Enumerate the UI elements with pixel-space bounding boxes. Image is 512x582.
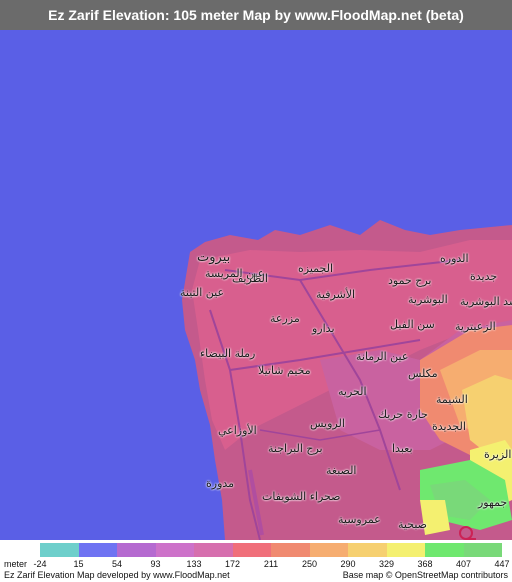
- place-label: برج حمود: [388, 274, 432, 287]
- legend-tick-label: 93: [150, 559, 161, 569]
- legend-tick-label: 368: [417, 559, 433, 569]
- place-label: صحراء الشويفات: [262, 490, 341, 503]
- place-label: مكلس: [408, 367, 438, 380]
- legend-tick-label: 407: [455, 559, 472, 569]
- legend-swatch: [463, 543, 502, 557]
- place-label: حارة حريك: [378, 408, 428, 421]
- place-label: عمروسية: [338, 513, 381, 526]
- place-label: الحريه: [338, 385, 367, 398]
- place-label: بعبدا: [392, 442, 413, 455]
- place-label: سد البوشرية: [460, 295, 512, 308]
- place-label: الصبغة: [326, 464, 357, 477]
- legend-tick-label: 15: [73, 559, 84, 569]
- elevation-legend: meter -24 15 54 93 133 172 211 250 290 329 368 407 4…: [0, 540, 512, 570]
- place-label: مخيم شاتيلا: [258, 364, 311, 377]
- place-label: الزيرة: [484, 448, 512, 461]
- place-label: الظريف: [232, 272, 268, 285]
- place-label: جمهور: [478, 496, 508, 509]
- place-label: الزعيترية: [455, 320, 496, 333]
- legend-tick-label: 133: [186, 559, 202, 569]
- place-label: البوشرية: [408, 293, 448, 306]
- title-bar: Ez Zarif Elevation: 105 meter Map by www…: [0, 0, 512, 30]
- legend-swatch: [117, 543, 156, 557]
- legend-tick-label: 290: [340, 559, 356, 569]
- footer-attribution: Base map © OpenStreetMap contributors: [342, 570, 508, 580]
- legend-swatch: [309, 543, 348, 557]
- place-label: الرويس: [310, 417, 345, 430]
- map-title: Ez Zarif Elevation: 105 meter Map by www…: [48, 7, 464, 23]
- place-label: الجديدة: [432, 420, 466, 433]
- elevation-map[interactable]: بيروت عين المريسة الجميزه الظريف عين الت…: [0, 30, 512, 540]
- place-label: بيروت: [197, 250, 231, 265]
- place-label: صبحية: [398, 518, 427, 531]
- legend-swatch: [348, 543, 387, 557]
- place-label: الأشرفية: [316, 288, 356, 301]
- place-label: عين التينة: [180, 286, 225, 299]
- legend-swatch: [386, 543, 425, 557]
- place-label: مدورة: [206, 477, 235, 490]
- place-label: الأوزاعي: [218, 424, 257, 437]
- legend-swatch: [271, 543, 310, 557]
- place-label: سن الفيل: [390, 318, 435, 331]
- legend-swatch: [425, 543, 464, 557]
- footer-credit: Ez Zarif Elevation Map developed by www.…: [4, 570, 230, 580]
- place-label: بدارو: [312, 322, 335, 335]
- legend-tick-label: 172: [224, 559, 241, 569]
- legend-tick-label: 250: [301, 559, 318, 569]
- legend-tick-label: -24: [33, 559, 47, 569]
- place-label: جديدة: [470, 270, 498, 283]
- place-label: برج البراجنة: [268, 442, 323, 455]
- legend-tick-label: 447: [494, 559, 510, 569]
- place-label: الدوره: [440, 252, 469, 265]
- legend-tick-label: 329: [378, 559, 395, 569]
- terrain-layer: [182, 220, 512, 540]
- place-label: عين الرمانة: [356, 350, 409, 363]
- legend-swatch: [155, 543, 194, 557]
- legend-swatch: [232, 543, 271, 557]
- legend-tick-label: 54: [111, 559, 123, 569]
- place-label: الشيمة: [436, 393, 468, 406]
- legend-swatch: [194, 543, 233, 557]
- legend-unit-label: meter: [4, 559, 28, 569]
- place-label: الجميزه: [298, 262, 334, 275]
- place-label: مزرعة: [270, 312, 300, 325]
- legend-swatch: [40, 543, 79, 557]
- footer: Ez Zarif Elevation Map developed by www.…: [0, 570, 512, 582]
- place-label: رملة البيضاء: [200, 347, 256, 360]
- legend-swatch: [78, 543, 117, 557]
- legend-tick-label: 211: [263, 559, 279, 569]
